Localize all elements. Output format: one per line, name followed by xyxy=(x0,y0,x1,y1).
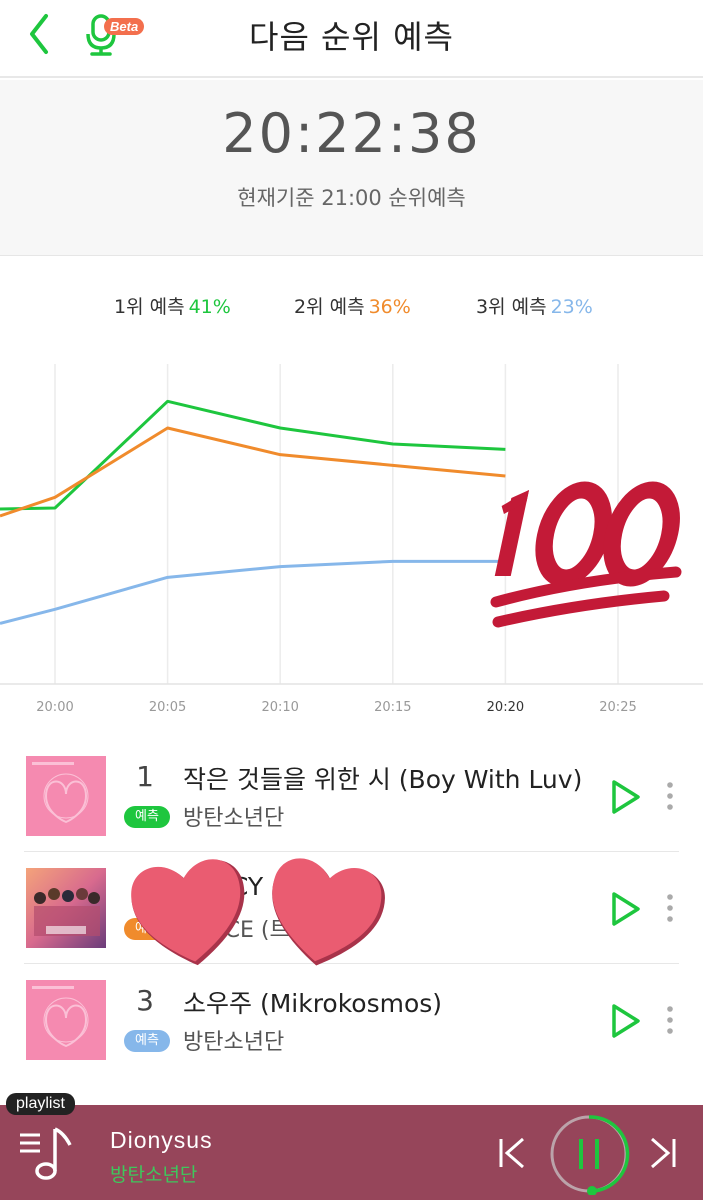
legend-item-rank-3: 3위 예측 23% xyxy=(476,292,593,319)
x-tick-label: 20:05 xyxy=(149,700,186,715)
more-vertical-icon[interactable] xyxy=(660,780,680,812)
x-tick-label: 20:15 xyxy=(374,700,411,715)
page-title: 다음 순위 예측 xyxy=(249,18,454,56)
skip-previous-icon[interactable] xyxy=(495,1135,529,1171)
prediction-badge: 예측 xyxy=(124,806,170,828)
song-title[interactable]: 작은 것들을 위한 시 (Boy With Luv) xyxy=(183,760,593,796)
mini-player: Dionysus 방탄소년단 xyxy=(0,1105,703,1200)
rank-number: 1 xyxy=(136,760,154,793)
pause-icon[interactable] xyxy=(548,1113,630,1195)
legend-label: 3위 예측 xyxy=(476,296,547,318)
now-playing-title[interactable]: Dionysus xyxy=(110,1127,213,1154)
playlist-tab[interactable]: playlist xyxy=(6,1093,75,1115)
prediction-basis: 현재기준 21:00 순위예측 xyxy=(237,186,466,210)
top-bar: Beta 다음 순위 예측 xyxy=(0,0,703,78)
album-cover-persona[interactable] xyxy=(26,980,106,1060)
heart-icon xyxy=(131,858,385,966)
x-tick-label: 20:00 xyxy=(36,700,73,715)
series-line-1 xyxy=(0,399,506,511)
legend-label: 2위 예측 xyxy=(294,296,365,318)
current-time: 20:22:38 xyxy=(222,102,481,165)
play-icon[interactable] xyxy=(608,1002,642,1040)
x-tick-label: 20:20 xyxy=(487,700,524,715)
prediction-badge: 예측 xyxy=(124,1030,170,1052)
album-cover-fancy[interactable] xyxy=(26,868,106,948)
x-tick-label: 20:10 xyxy=(261,700,298,715)
playlist-music-icon[interactable] xyxy=(16,1123,80,1187)
song-artist[interactable]: 방탄소년단 xyxy=(183,800,284,832)
song-artist[interactable]: 방탄소년단 xyxy=(183,1024,284,1056)
more-vertical-icon[interactable] xyxy=(660,1004,680,1036)
timer-panel: 20:22:38 현재기준 21:00 순위예측 xyxy=(0,80,703,256)
more-vertical-icon[interactable] xyxy=(660,892,680,924)
song-row-3[interactable]: 3 예측 소우주 (Mikrokosmos) 방탄소년단 xyxy=(0,964,703,1076)
song-title[interactable]: 소우주 (Mikrokosmos) xyxy=(183,984,593,1020)
play-icon[interactable] xyxy=(608,890,642,928)
series-line-2 xyxy=(0,426,506,518)
x-tick-label: 20:25 xyxy=(599,700,636,715)
legend-item-rank-2: 2위 예측 36% xyxy=(294,292,411,319)
play-icon[interactable] xyxy=(608,778,642,816)
chart-legend: 1위 예측 41% 2위 예측 36% 3위 예측 23% xyxy=(0,292,703,322)
legend-percent: 41% xyxy=(188,296,231,318)
legend-percent: 36% xyxy=(368,296,411,318)
song-row-1[interactable]: 1 예측 작은 것들을 위한 시 (Boy With Luv) 방탄소년단 xyxy=(0,740,703,852)
series-line-3 xyxy=(0,559,506,625)
legend-item-rank-1: 1위 예측 41% xyxy=(114,292,231,319)
skip-next-icon[interactable] xyxy=(646,1135,680,1171)
legend-label: 1위 예측 xyxy=(114,296,185,318)
album-cover-persona[interactable] xyxy=(26,756,106,836)
rank-number: 3 xyxy=(136,984,154,1017)
legend-percent: 23% xyxy=(550,296,593,318)
now-playing-artist[interactable]: 방탄소년단 xyxy=(110,1160,197,1187)
hundred-points-icon xyxy=(490,481,682,628)
